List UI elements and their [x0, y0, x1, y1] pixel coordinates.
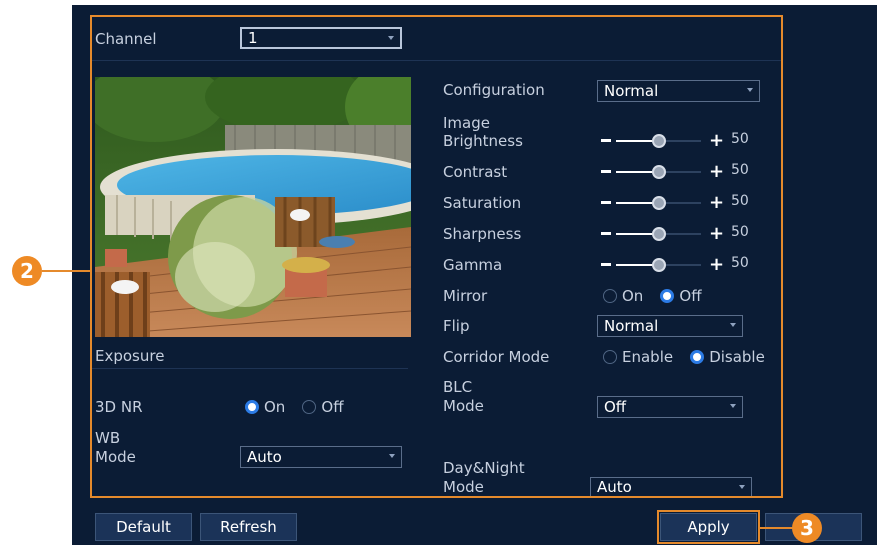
- default-button[interactable]: Default: [95, 513, 192, 541]
- step-3-badge: 3: [792, 513, 822, 543]
- callout-leader: [760, 527, 793, 529]
- apply-highlight: [657, 510, 760, 544]
- settings-region-highlight: [90, 15, 783, 498]
- callout-leader: [42, 270, 92, 272]
- refresh-button[interactable]: Refresh: [200, 513, 297, 541]
- step-2-badge: 2: [12, 256, 42, 286]
